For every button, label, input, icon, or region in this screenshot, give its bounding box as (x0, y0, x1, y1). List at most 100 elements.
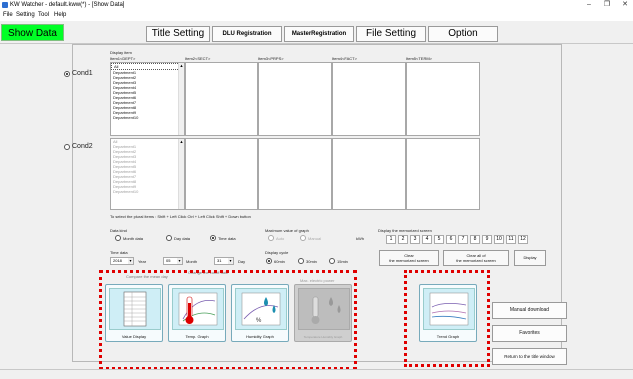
file-setting-button[interactable]: File Setting (356, 26, 426, 42)
manual-download-button[interactable]: Manual download (492, 302, 567, 319)
menu-help[interactable]: Help (54, 10, 66, 21)
auto-label: Auto (276, 236, 285, 241)
memorized-5-button[interactable]: 5 (434, 235, 444, 244)
kwh-unit: kWh (356, 236, 364, 241)
memorized-8-button[interactable]: 8 (470, 235, 480, 244)
memorized-4-button[interactable]: 4 (422, 235, 432, 244)
cond2-radio[interactable] (64, 144, 70, 150)
cycle-60min-label: 60min (274, 259, 285, 264)
cond2-sect-list[interactable] (185, 138, 258, 210)
month-value: 05 (166, 258, 171, 263)
minimize-button[interactable]: – (582, 0, 596, 10)
column-header-term: Item5<TERM> (406, 56, 433, 61)
scrollbar[interactable]: ▲ (178, 63, 184, 135)
menu-tool[interactable]: Tool (38, 10, 49, 21)
memorized-12-button[interactable]: 12 (518, 235, 528, 244)
max-graph-label: Maximum value of graph (265, 228, 309, 233)
year-value: 2018 (113, 258, 122, 263)
memorized-6-button[interactable]: 6 (446, 235, 456, 244)
cond1-radio[interactable] (64, 71, 70, 77)
day-value: 31 (217, 258, 222, 263)
return-title-window-button[interactable]: Return to the title window (492, 348, 567, 365)
cond1-term-list[interactable] (406, 62, 480, 136)
scrollbar[interactable]: ▲ (178, 139, 184, 209)
cond1-dept-list[interactable]: All Department1 Department2 Department3 … (110, 62, 185, 136)
time-data-label: Time data (218, 236, 236, 241)
cycle-30min-label: 30min (306, 259, 317, 264)
chevron-down-icon: ▾ (228, 258, 233, 264)
selection-hint: To select the plural items : Shift + Lef… (110, 214, 251, 219)
highlight-box-graph-buttons (99, 270, 357, 370)
manual-radio[interactable] (300, 235, 306, 241)
menu-setting[interactable]: Setting (16, 10, 35, 21)
show-data-tab[interactable]: Show Data (1, 24, 64, 41)
memorized-10-button[interactable]: 10 (494, 235, 504, 244)
time-data-label-heading: Time data (110, 250, 128, 255)
cycle-30min-radio[interactable] (298, 258, 304, 264)
cycle-60min-radio[interactable] (266, 258, 272, 264)
memorized-7-button[interactable]: 7 (458, 235, 468, 244)
cycle-15min-label: 15min (337, 259, 348, 264)
manual-label: Manual (308, 236, 322, 241)
clear-memorized-button[interactable]: Clear the memorized screen (379, 250, 439, 266)
month-unit: Month (186, 259, 198, 264)
window-title: KW Watcher - default.kww(*) - [Show Data… (10, 2, 125, 8)
menu-bar: File Setting Tool Help (0, 10, 633, 21)
option-button[interactable]: Option (428, 26, 498, 42)
close-button[interactable]: ✕ (618, 0, 632, 10)
month-data-radio[interactable] (115, 235, 121, 241)
cond1-sect-list[interactable] (185, 62, 258, 136)
auto-radio[interactable] (268, 235, 274, 241)
title-setting-button[interactable]: Title Setting (146, 26, 210, 42)
list-item[interactable]: Department10 (111, 189, 184, 194)
maximize-button[interactable]: ❐ (600, 0, 614, 10)
app-icon (2, 2, 8, 8)
day-data-radio[interactable] (166, 235, 172, 241)
memorized-1-button[interactable]: 1 (386, 235, 396, 244)
cond1-fact-list[interactable] (332, 62, 406, 136)
month-data-label: Month data (123, 236, 144, 241)
cond2-prps-list[interactable] (258, 138, 332, 210)
time-data-radio[interactable] (210, 235, 216, 241)
display-button[interactable]: Display (514, 250, 546, 266)
day-unit: Day (238, 259, 246, 264)
column-header-fact: Item4<FACT> (332, 56, 357, 61)
cycle-15min-radio[interactable] (329, 258, 335, 264)
master-registration-button[interactable]: MasterRegistration (284, 26, 354, 42)
cond2-term-list[interactable] (406, 138, 480, 210)
dlu-registration-button[interactable]: DLU Registration (212, 26, 282, 42)
clear-all-memorized-button[interactable]: Clear all of the memorized screen (443, 250, 509, 266)
list-item[interactable]: All (111, 63, 184, 70)
favorites-button[interactable]: Favorites (492, 325, 567, 342)
chevron-down-icon: ▾ (128, 258, 133, 264)
cond2-dept-list[interactable]: All Department1 Department2 Department3 … (110, 138, 185, 210)
column-header-dept: Item1<DEPT> (110, 56, 136, 61)
data-kind-label: Data kind (110, 228, 127, 233)
year-unit: Year (138, 259, 147, 264)
day-data-label: Day data (174, 236, 191, 241)
year-select[interactable]: 2018 ▾ (110, 257, 134, 265)
status-bar (0, 369, 633, 379)
memorized-3-button[interactable]: 3 (410, 235, 420, 244)
cond1-prps-list[interactable] (258, 62, 332, 136)
list-item[interactable]: Department10 (111, 115, 184, 120)
memorized-9-button[interactable]: 9 (482, 235, 492, 244)
memorized-2-button[interactable]: 2 (398, 235, 408, 244)
cond2-label: Cond2 (72, 143, 93, 150)
chevron-down-icon: ▾ (177, 258, 182, 264)
column-header-prps: Item3<PRPS> (258, 56, 284, 61)
column-header-sect: Item2<SECT> (185, 56, 211, 61)
memorized-number-row: 1 2 3 4 5 6 7 8 9 10 11 12 (386, 235, 546, 245)
title-bar: KW Watcher - default.kww(*) - [Show Data… (0, 0, 633, 10)
memorized-label: Display the memorized screen (378, 228, 432, 233)
menu-file[interactable]: File (3, 10, 13, 21)
nav-bar: Show Data Title Setting DLU Registration… (0, 22, 633, 44)
display-item-heading: Display item (110, 50, 132, 55)
day-select[interactable]: 31 ▾ (214, 257, 234, 265)
memorized-11-button[interactable]: 11 (506, 235, 516, 244)
cond1-label: Cond1 (72, 70, 93, 77)
display-cycle-label: Display cycle (265, 250, 289, 255)
cond2-fact-list[interactable] (332, 138, 406, 210)
highlight-box-trend (404, 270, 490, 367)
month-select[interactable]: 05 ▾ (163, 257, 183, 265)
